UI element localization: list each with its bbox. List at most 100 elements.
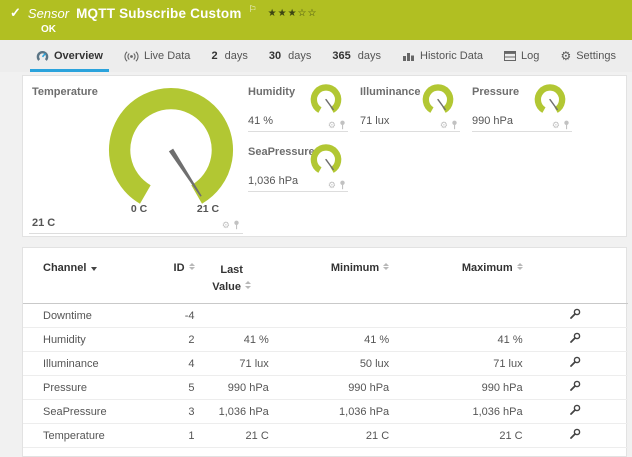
- mini-gauge: [308, 144, 344, 177]
- table-row[interactable]: Downtime -4: [23, 304, 628, 328]
- channel-minimum: 50 lux: [269, 352, 389, 376]
- gauge-current-value: 21 C: [32, 217, 55, 229]
- channel-settings-wrench-icon[interactable]: [569, 428, 581, 443]
- gauge-needle: [169, 149, 202, 197]
- sort-icon: [383, 263, 389, 271]
- mini-gauge-block-seapressure[interactable]: SeaPressure 1,036 hPa ⚙: [248, 142, 348, 192]
- gauge-needle: [326, 160, 333, 170]
- table-row[interactable]: SeaPressure 3 1,036 hPa 1,036 hPa 1,036 …: [23, 400, 628, 424]
- channel-id: 2: [153, 328, 194, 352]
- channel-last-value: 990 hPa: [195, 376, 269, 400]
- gauge-current-value: 1,036 hPa: [248, 175, 298, 187]
- gauge-settings-gear-icon[interactable]: ⚙: [222, 221, 230, 230]
- gauge-title: Humidity: [248, 86, 295, 98]
- sort-icon: [517, 263, 523, 271]
- channel-settings-wrench-icon[interactable]: [569, 356, 581, 371]
- table-row[interactable]: Pressure 5 990 hPa 990 hPa 990 hPa: [23, 376, 628, 400]
- gauge-current-value: 41 %: [248, 115, 273, 127]
- gauge-needle: [326, 100, 333, 110]
- gauge-settings-gear-icon[interactable]: ⚙: [328, 121, 336, 130]
- bar-chart-icon: [402, 51, 415, 62]
- channel-last-value: 1,036 hPa: [195, 400, 269, 424]
- priority-stars[interactable]: ★★★☆☆: [268, 8, 318, 19]
- column-label: Last: [220, 264, 243, 276]
- column-header-minimum[interactable]: Minimum: [269, 248, 389, 304]
- tab-label: Live Data: [144, 50, 190, 62]
- column-header-maximum[interactable]: Maximum: [389, 248, 522, 304]
- flag-icon[interactable]: ⚐: [249, 4, 257, 15]
- broadcast-icon: [124, 51, 139, 62]
- gauge-settings-gear-icon[interactable]: ⚙: [328, 181, 336, 190]
- channel-maximum: 71 lux: [389, 352, 522, 376]
- tab-label: Log: [521, 50, 539, 62]
- table-header-row: Channel ID Last Value Minimum Maximum: [23, 248, 628, 304]
- tab-historic-data[interactable]: Historic Data: [396, 40, 489, 72]
- column-label: Value: [212, 281, 241, 293]
- column-label: Channel: [43, 262, 86, 274]
- channel-name[interactable]: Humidity: [23, 328, 153, 352]
- tab-overview[interactable]: Overview: [30, 40, 109, 72]
- pin-icon[interactable]: [563, 120, 570, 130]
- channel-name[interactable]: SeaPressure: [23, 400, 153, 424]
- column-header-last-value[interactable]: Last Value: [195, 248, 269, 304]
- divider: [360, 131, 460, 132]
- channel-settings-wrench-icon[interactable]: [569, 380, 581, 395]
- temperature-gauge-block[interactable]: Temperature 0 C 21 C 21 C ⚙: [23, 76, 248, 238]
- status-check-icon: ✓: [10, 5, 21, 21]
- gauge-current-value: 990 hPa: [472, 115, 513, 127]
- channel-name[interactable]: Pressure: [23, 376, 153, 400]
- channel-id: -4: [153, 304, 194, 328]
- channel-table-panel: Channel ID Last Value Minimum Maximum: [22, 247, 627, 457]
- tab-log[interactable]: Log: [498, 40, 545, 72]
- tab-label: Settings: [576, 50, 616, 62]
- channel-id: 5: [153, 376, 194, 400]
- tab-label: Overview: [54, 50, 103, 62]
- mini-gauge-block-pressure[interactable]: Pressure 990 hPa ⚙: [472, 82, 572, 132]
- channel-last-value: 71 lux: [195, 352, 269, 376]
- divider: [248, 191, 348, 192]
- gauge-title: SeaPressure: [248, 146, 315, 158]
- gauge-scale-min: 0 C: [119, 203, 159, 215]
- gauge-settings-gear-icon[interactable]: ⚙: [552, 121, 560, 130]
- tab-number: 2: [211, 50, 217, 62]
- mini-gauge-block-humidity[interactable]: Humidity 41 % ⚙: [248, 82, 348, 132]
- pin-icon[interactable]: [233, 220, 240, 230]
- tab-number: 30: [269, 50, 281, 62]
- column-label: Maximum: [462, 262, 513, 274]
- gauge-needle: [550, 100, 557, 110]
- channel-last-value: [195, 304, 269, 328]
- sensor-title: MQTT Subscribe Custom: [76, 6, 241, 21]
- gauge-scale-max: 21 C: [186, 203, 230, 215]
- gauge-settings-gear-icon[interactable]: ⚙: [440, 121, 448, 130]
- tab-settings[interactable]: ⚙ Settings: [554, 40, 622, 72]
- table-row[interactable]: Illuminance 4 71 lux 50 lux 71 lux: [23, 352, 628, 376]
- column-label: Minimum: [331, 262, 379, 274]
- column-header-id[interactable]: ID: [153, 248, 194, 304]
- status-badge: OK: [41, 24, 622, 35]
- gauge-title: Temperature: [32, 86, 98, 98]
- pin-icon[interactable]: [339, 120, 346, 130]
- tab-30-days[interactable]: 30 days: [263, 40, 318, 72]
- channel-name[interactable]: Illuminance: [23, 352, 153, 376]
- pin-icon[interactable]: [339, 180, 346, 190]
- column-header-actions: [523, 248, 628, 304]
- tab-label: days: [288, 50, 311, 62]
- channel-settings-wrench-icon[interactable]: [569, 404, 581, 419]
- tab-label: days: [358, 50, 381, 62]
- gear-icon: ⚙: [560, 49, 571, 63]
- pin-icon[interactable]: [451, 120, 458, 130]
- sort-icon: [189, 263, 195, 271]
- channel-name[interactable]: Downtime: [23, 304, 153, 328]
- column-header-channel[interactable]: Channel: [23, 248, 153, 304]
- mini-gauge: [420, 84, 456, 117]
- tab-2-days[interactable]: 2 days: [205, 40, 253, 72]
- table-row[interactable]: Humidity 2 41 % 41 % 41 %: [23, 328, 628, 352]
- mini-gauges-grid: Humidity 41 % ⚙ Illuminance 71 lux: [248, 82, 628, 202]
- divider: [472, 131, 572, 132]
- mini-gauge-block-illuminance[interactable]: Illuminance 71 lux ⚙: [360, 82, 460, 132]
- tab-365-days[interactable]: 365 days: [326, 40, 387, 72]
- tab-live-data[interactable]: Live Data: [118, 40, 196, 72]
- divider: [29, 233, 243, 234]
- channel-settings-wrench-icon[interactable]: [569, 308, 581, 323]
- channel-settings-wrench-icon[interactable]: [569, 332, 581, 347]
